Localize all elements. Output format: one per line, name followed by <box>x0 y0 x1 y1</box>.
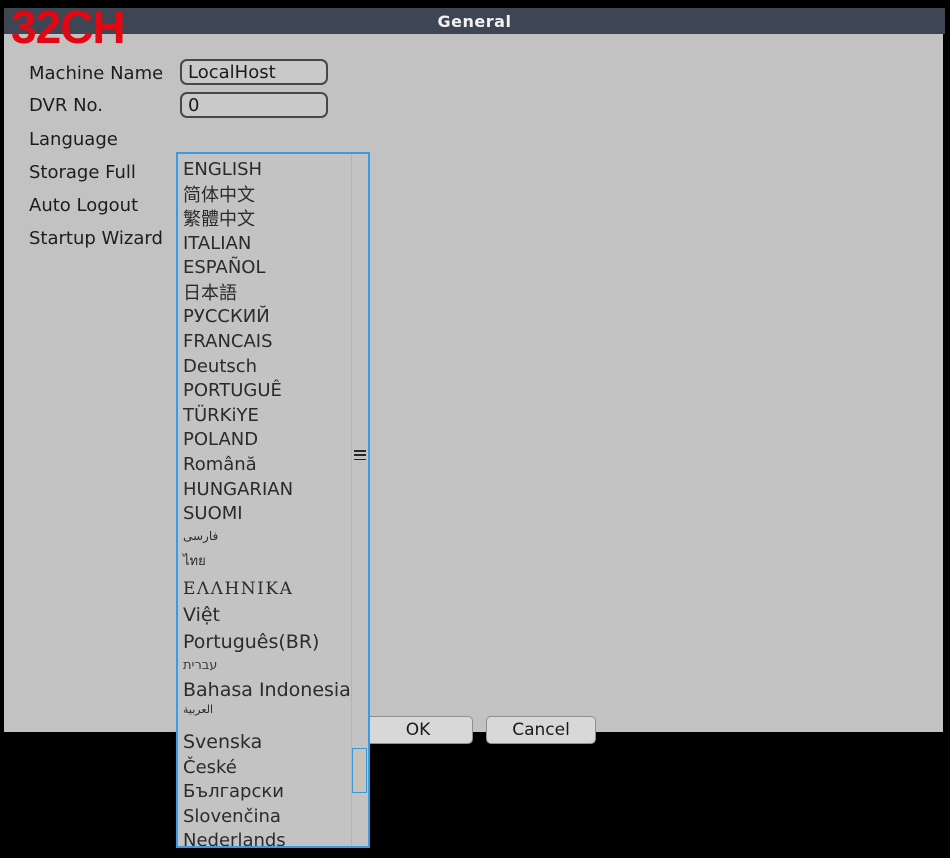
list-item[interactable]: Română <box>178 452 351 477</box>
list-item[interactable]: Slovenčina <box>178 804 351 829</box>
channel-count-badge: 32CH <box>11 1 126 53</box>
list-item[interactable]: Svenska <box>178 721 351 755</box>
settings-panel: Machine Name DVR No. Language Storage Fu… <box>4 34 943 744</box>
list-item[interactable]: ไทย <box>178 546 351 576</box>
auto-logout-label: Auto Logout <box>29 194 139 216</box>
list-item[interactable]: ESPAÑOL <box>178 255 351 280</box>
screen: { "overlay": { "badge": "32CH" }, "title… <box>0 0 950 858</box>
list-item[interactable]: 繁體中文 <box>178 206 351 231</box>
list-item[interactable]: ENGLISH <box>178 157 351 182</box>
ok-button[interactable]: OK <box>363 716 473 744</box>
dvr-no-value: 0 <box>188 94 200 116</box>
titlebar: General <box>4 8 945 34</box>
list-item[interactable]: Português(BR) <box>178 629 351 655</box>
dvr-no-label: DVR No. <box>29 94 103 116</box>
list-item[interactable]: TÜRKiYE <box>178 403 351 428</box>
dvr-no-input[interactable]: 0 <box>180 92 328 118</box>
list-item[interactable]: РУССКИЙ <box>178 305 351 330</box>
list-item[interactable]: فارسى <box>178 526 351 546</box>
scrollbar-grip-icon[interactable] <box>354 450 366 460</box>
list-item[interactable]: ΕΛΛΗΝΙΚΑ <box>178 576 351 602</box>
list-item[interactable]: České <box>178 755 351 780</box>
list-item[interactable]: ITALIAN <box>178 231 351 256</box>
machine-name-value: LocalHost <box>188 61 276 83</box>
list-item[interactable]: Deutsch <box>178 354 351 379</box>
language-list: ENGLISH 简体中文 繁體中文 ITALIAN ESPAÑOL 日本語 РУССКИЙ F… <box>178 154 351 846</box>
list-item[interactable]: SUOMI <box>178 501 351 526</box>
storage-full-label: Storage Full <box>29 161 136 183</box>
list-item[interactable]: עברית <box>178 655 351 677</box>
list-item[interactable]: FRANCAIS <box>178 329 351 354</box>
list-item[interactable]: POLAND <box>178 428 351 453</box>
list-item[interactable]: PORTUGUÊ <box>178 378 351 403</box>
list-item[interactable]: العربية <box>178 703 351 721</box>
list-item[interactable]: 简体中文 <box>178 182 351 207</box>
list-item[interactable]: 日本語 <box>178 280 351 305</box>
language-label: Language <box>29 128 118 150</box>
cancel-button[interactable]: Cancel <box>486 716 596 744</box>
list-item[interactable]: Nederlands <box>178 829 351 846</box>
list-item[interactable]: Việt <box>178 602 351 629</box>
list-item[interactable]: HUNGARIAN <box>178 477 351 502</box>
language-dropdown: ENGLISH 简体中文 繁體中文 ITALIAN ESPAÑOL 日本語 РУССКИЙ F… <box>176 152 370 848</box>
list-item[interactable]: Bahasa Indonesia <box>178 677 351 703</box>
machine-name-label: Machine Name <box>29 62 164 84</box>
scrollbar-thumb[interactable] <box>352 748 367 793</box>
machine-name-input[interactable]: LocalHost <box>180 59 328 85</box>
startup-wizard-label: Startup Wizard <box>29 227 163 249</box>
dropdown-scrollbar[interactable] <box>351 154 368 846</box>
list-item[interactable]: Български <box>178 780 351 805</box>
window-title: General <box>437 11 512 31</box>
